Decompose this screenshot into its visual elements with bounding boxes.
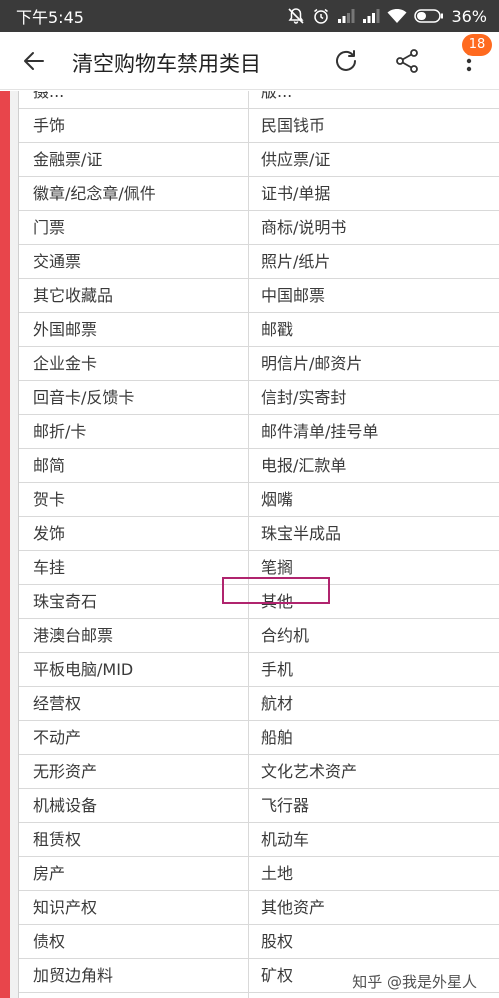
- category-cell: 船舶: [261, 728, 294, 747]
- category-cell: 中国邮票: [261, 286, 326, 305]
- table-row: 贺卡 烟嘴: [19, 483, 499, 517]
- category-cell: 邮简: [19, 449, 249, 482]
- category-cell: 不动产: [19, 721, 249, 754]
- category-cell: 商标/说明书: [261, 218, 347, 237]
- table-row: 邮折/卡 邮件清单/挂号单: [19, 415, 499, 449]
- category-cell: 烟嘴: [261, 490, 294, 509]
- table-row: 知识产权 其他资产: [19, 891, 499, 925]
- category-cell: 门票: [19, 211, 249, 244]
- category-cell: 版...: [261, 91, 293, 101]
- category-cell: 无形资产: [19, 755, 249, 788]
- category-cell: 供应票/证: [261, 150, 331, 169]
- category-cell: 徽章/纪念章/佩件: [19, 177, 249, 210]
- category-cell: 发饰: [19, 517, 249, 550]
- category-cell: 外国邮票: [19, 313, 249, 346]
- category-cell: 土地: [261, 864, 294, 883]
- category-cell: 债权: [19, 925, 249, 958]
- category-cell: 航材: [261, 694, 294, 713]
- category-cell: 飞行器: [261, 796, 310, 815]
- category-cell: 回音卡/反馈卡: [19, 381, 249, 414]
- category-cell: 邮戳: [261, 320, 294, 339]
- category-cell: 邮件清单/挂号单: [261, 422, 379, 441]
- category-cell: 珠宝半成品: [261, 524, 342, 543]
- table-row: 金融票/证 供应票/证: [19, 143, 499, 177]
- category-cell: 知识产权: [19, 891, 249, 924]
- table-row: 平板电脑/MID 手机: [19, 653, 499, 687]
- category-cell: 照片/纸片: [261, 252, 331, 271]
- table-row: 摄... 版...: [19, 91, 499, 109]
- category-cell: 摄...: [19, 91, 249, 108]
- category-cell: 企业金卡: [19, 347, 249, 380]
- table-row: 外国邮票 邮戳: [19, 313, 499, 347]
- category-cell: 港澳台邮票: [19, 619, 249, 652]
- battery-icon: [414, 9, 444, 23]
- refresh-icon[interactable]: [333, 48, 359, 74]
- category-cell: 手机: [261, 660, 294, 679]
- table-row: 机械设备 飞行器: [19, 789, 499, 823]
- category-cell: 平板电脑/MID: [19, 653, 249, 686]
- category-cell: 其它收藏品: [19, 279, 249, 312]
- category-cell: 工程: [249, 993, 479, 998]
- wifi-icon: [387, 8, 407, 24]
- category-cell: 证书/单据: [261, 184, 331, 203]
- back-arrow-icon[interactable]: [22, 49, 46, 73]
- category-cell: 车挂: [19, 551, 249, 584]
- table-row: 林权工程: [19, 993, 499, 998]
- table-row: 交通票 照片/纸片: [19, 245, 499, 279]
- category-cell: 信封/实寄封: [261, 388, 347, 407]
- table-row: 房产 土地: [19, 857, 499, 891]
- left-red-border: [0, 91, 10, 998]
- status-time: 下午5:45: [16, 8, 84, 27]
- category-cell: 贺卡: [19, 483, 249, 516]
- category-cell: 金融票/证: [19, 143, 249, 176]
- table-row: 港澳台邮票 合约机: [19, 619, 499, 653]
- category-cell: 文化艺术资产: [261, 762, 358, 781]
- category-cell: 明信片/邮资片: [261, 354, 363, 373]
- highlight-box: [222, 577, 330, 604]
- category-cell: 租赁权: [19, 823, 249, 856]
- table-row: 不动产 船舶: [19, 721, 499, 755]
- category-cell: 珠宝奇石: [19, 585, 249, 618]
- battery-level: 36%: [451, 6, 487, 26]
- table-row: 租赁权 机动车: [19, 823, 499, 857]
- table-row: 邮简 电报/汇款单: [19, 449, 499, 483]
- table-row: 徽章/纪念章/佩件 证书/单据: [19, 177, 499, 211]
- watermark: 知乎 @我是外星人: [352, 973, 477, 991]
- category-cell: 合约机: [261, 626, 310, 645]
- category-table: 摄... 版... 手饰 民国钱币 金融票/证 供应票/证 徽章/纪念章/佩件 证书/单据 门票…: [18, 91, 499, 998]
- mute-icon: [287, 7, 305, 25]
- app-bar: 清空购物车禁用类目: [0, 32, 499, 90]
- table-row: 门票 商标/说明书: [19, 211, 499, 245]
- notification-badge: 18: [462, 34, 492, 56]
- category-cell: 邮折/卡: [19, 415, 249, 448]
- category-cell: 手饰: [19, 109, 249, 142]
- table-row: 回音卡/反馈卡 信封/实寄封: [19, 381, 499, 415]
- category-cell: 房产: [19, 857, 249, 890]
- table-row: 其它收藏品 中国邮票: [19, 279, 499, 313]
- category-cell: 交通票: [19, 245, 249, 278]
- status-icons: 36%: [287, 7, 487, 26]
- share-icon[interactable]: [394, 48, 420, 74]
- table-row: 无形资产 文化艺术资产: [19, 755, 499, 789]
- signal-icon: [337, 8, 355, 24]
- category-cell: 股权: [261, 932, 294, 951]
- page-title: 清空购物车禁用类目: [72, 52, 261, 76]
- category-cell: 经营权: [19, 687, 249, 720]
- table-row: 企业金卡 明信片/邮资片: [19, 347, 499, 381]
- category-cell: 加贸边角料: [19, 959, 249, 992]
- table-row: 债权 股权: [19, 925, 499, 959]
- category-cell: 电报/汇款单: [261, 456, 347, 475]
- table-row: 发饰 珠宝半成品: [19, 517, 499, 551]
- category-list-area[interactable]: 摄... 版... 手饰 民国钱币 金融票/证 供应票/证 徽章/纪念章/佩件 证书/单据 门票…: [0, 91, 499, 998]
- category-cell: 林权: [19, 993, 249, 998]
- category-cell: 机械设备: [19, 789, 249, 822]
- category-cell: 民国钱币: [261, 116, 326, 135]
- category-cell: 其他资产: [261, 898, 326, 917]
- signal-icon: [362, 8, 380, 24]
- status-bar: 下午5:45 36%: [0, 0, 499, 32]
- alarm-icon: [312, 7, 330, 25]
- table-row: 经营权 航材: [19, 687, 499, 721]
- table-row: 手饰 民国钱币: [19, 109, 499, 143]
- category-cell: 机动车: [261, 830, 310, 849]
